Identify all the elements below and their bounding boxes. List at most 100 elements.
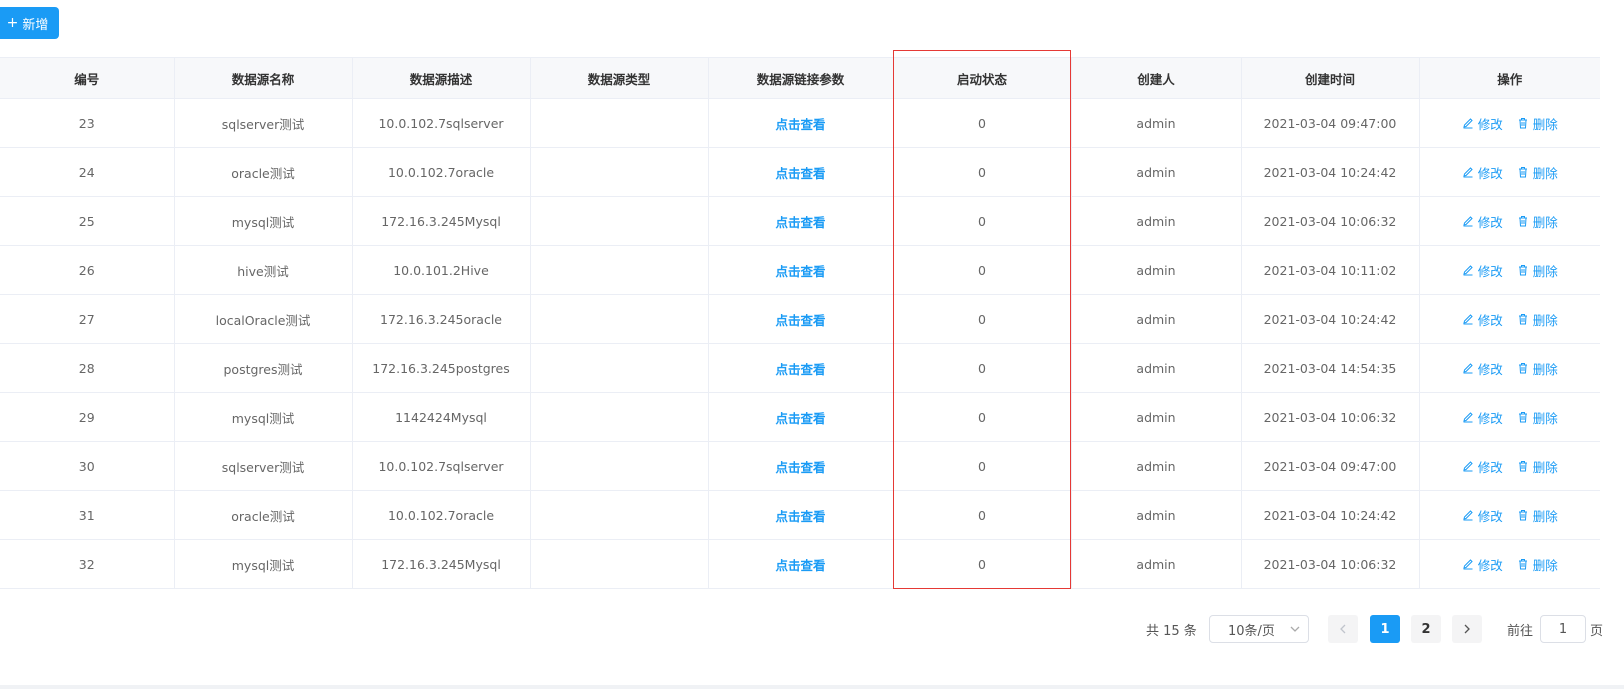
delete-button[interactable]: 删除 [1517,506,1558,525]
goto-suffix: 页 [1590,623,1604,639]
delete-button[interactable]: 删除 [1517,212,1558,231]
cell-link-params: 点击查看 [708,343,894,393]
add-button[interactable]: + 新增 [0,7,59,39]
edit-button[interactable]: 修改 [1462,212,1503,231]
edit-label: 修改 [1477,116,1503,132]
edit-button[interactable]: 修改 [1462,408,1503,427]
cell-actions: 修改 删除 [1419,490,1600,540]
delete-button[interactable]: 删除 [1517,310,1558,329]
cell-link-params: 点击查看 [708,392,894,442]
cell-status: 0 [893,294,1072,344]
cell-name: mysql测试 [174,392,353,442]
trash-icon [1518,412,1527,423]
view-params-link[interactable]: 点击查看 [775,313,825,328]
edit-icon [1463,314,1473,325]
view-params-link[interactable]: 点击查看 [775,558,825,573]
view-params-link[interactable]: 点击查看 [775,509,825,524]
table-row: 32 mysql测试 172.16.3.245Mysql 点击查看 0 admin 2021… [0,539,1600,589]
cell-creator: admin [1071,196,1242,246]
edit-label: 修改 [1477,557,1503,573]
view-params-link[interactable]: 点击查看 [775,166,825,181]
delete-button[interactable]: 删除 [1517,261,1558,280]
delete-button[interactable]: 删除 [1517,359,1558,378]
edit-button[interactable]: 修改 [1462,555,1503,574]
header-type: 数据源类型 [530,57,709,99]
table-row: 29 mysql测试 1142424Mysql 点击查看 0 admin 2021-03-0… [0,392,1600,442]
cell-type [530,294,709,344]
cell-creator: admin [1071,294,1242,344]
cell-creator: admin [1071,343,1242,393]
table-header-row: 编号 数据源名称 数据源描述 数据源类型 数据源链接参数 启动状态 创建人 创建… [0,57,1600,99]
cell-name: hive测试 [174,245,353,295]
delete-button[interactable]: 删除 [1517,114,1558,133]
trash-icon [1518,314,1527,325]
view-params-link[interactable]: 点击查看 [775,117,825,132]
cell-id: 30 [0,441,175,491]
cell-desc: 1142424Mysql [352,392,531,442]
edit-icon [1463,265,1473,276]
view-params-link[interactable]: 点击查看 [775,215,825,230]
delete-label: 删除 [1532,459,1558,475]
edit-icon [1463,412,1473,423]
delete-button[interactable]: 删除 [1517,163,1558,182]
delete-button[interactable]: 删除 [1517,555,1558,574]
table-row: 25 mysql测试 172.16.3.245Mysql 点击查看 0 admin 2021… [0,196,1600,246]
edit-icon [1463,510,1473,521]
cell-id: 26 [0,245,175,295]
view-params-link[interactable]: 点击查看 [775,264,825,279]
table-row: 24 oracle测试 10.0.102.7oracle 点击查看 0 admin 2021… [0,147,1600,197]
delete-button[interactable]: 删除 [1517,408,1558,427]
datasource-table: 编号 数据源名称 数据源描述 数据源类型 数据源链接参数 启动状态 创建人 创建… [0,57,1600,589]
view-params-link[interactable]: 点击查看 [775,411,825,426]
edit-label: 修改 [1477,410,1503,426]
cell-desc: 10.0.102.7sqlserver [352,441,531,491]
view-params-link[interactable]: 点击查看 [775,460,825,475]
edit-button[interactable]: 修改 [1462,359,1503,378]
page-button-1[interactable]: 1 [1370,615,1400,643]
add-button-label: 新增 [22,17,49,33]
cell-actions: 修改 删除 [1419,539,1600,589]
view-params-link[interactable]: 点击查看 [775,362,825,377]
table-row: 26 hive测试 10.0.101.2Hive 点击查看 0 admin 2021-03-… [0,245,1600,295]
goto-page-input[interactable]: 1 [1540,615,1586,643]
cell-creator: admin [1071,441,1242,491]
cell-link-params: 点击查看 [708,490,894,540]
edit-button[interactable]: 修改 [1462,163,1503,182]
bottom-divider [0,685,1624,689]
page-size-select[interactable]: 10条/页 [1209,615,1309,643]
cell-actions: 修改 删除 [1419,196,1600,246]
cell-desc: 10.0.101.2Hive [352,245,531,295]
delete-button[interactable]: 删除 [1517,457,1558,476]
goto-label: 前往 [1507,623,1534,639]
cell-actions: 修改 删除 [1419,98,1600,148]
next-page-button[interactable] [1452,615,1482,643]
chevron-left-icon [1340,624,1346,634]
prev-page-button[interactable] [1328,615,1358,643]
cell-created-time: 2021-03-04 10:11:02 [1241,245,1420,295]
edit-button[interactable]: 修改 [1462,261,1503,280]
table-row: 30 sqlserver测试 10.0.102.7sqlserver 点击查看 0 adm… [0,441,1600,491]
table-row: 31 oracle测试 10.0.102.7oracle 点击查看 0 admin 2021… [0,490,1600,540]
edit-button[interactable]: 修改 [1462,310,1503,329]
pagination-total: 共 15 条 [1146,623,1197,639]
header-name: 数据源名称 [174,57,353,99]
edit-icon [1463,167,1473,178]
edit-button[interactable]: 修改 [1462,506,1503,525]
cell-type [530,441,709,491]
cell-id: 25 [0,196,175,246]
cell-name: postgres测试 [174,343,353,393]
header-actions: 操作 [1419,57,1600,99]
page-button-2[interactable]: 2 [1411,615,1441,643]
edit-button[interactable]: 修改 [1462,457,1503,476]
table-row: 28 postgres测试 172.16.3.245postgres 点击查看 0 adm… [0,343,1600,393]
trash-icon [1518,167,1527,178]
edit-button[interactable]: 修改 [1462,114,1503,133]
cell-id: 24 [0,147,175,197]
edit-icon [1463,363,1473,374]
delete-label: 删除 [1532,263,1558,279]
cell-creator: admin [1071,539,1242,589]
cell-name: mysql测试 [174,196,353,246]
cell-creator: admin [1071,147,1242,197]
cell-status: 0 [893,392,1072,442]
trash-icon [1518,363,1527,374]
